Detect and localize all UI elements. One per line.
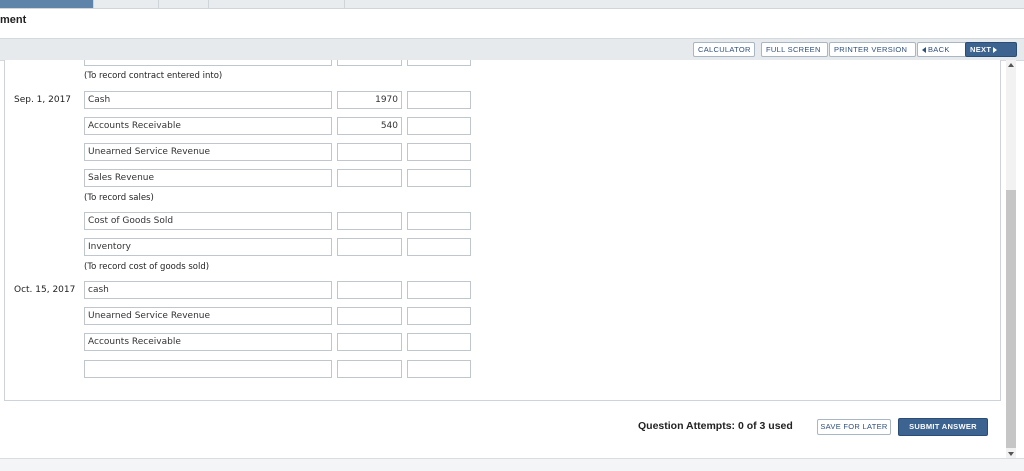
bottom-bar (0, 458, 1024, 471)
tab-2[interactable] (93, 0, 159, 8)
toolbar: CALCULATOR FULL SCREEN PRINTER VERSION B… (0, 38, 1024, 61)
save-for-later-button[interactable]: SAVE FOR LATER (817, 419, 891, 435)
date-oct-15: Oct. 15, 2017 (14, 285, 76, 295)
contract-note: (To record contract entered into) (84, 71, 223, 81)
chevron-left-icon (922, 46, 926, 53)
debit-field[interactable] (337, 169, 402, 187)
account-field[interactable]: Unearned Service Revenue (84, 143, 332, 161)
full-screen-label: FULL SCREEN (766, 45, 821, 54)
account-field[interactable]: Accounts Receivable (84, 117, 332, 135)
cogs-note: (To record cost of goods sold) (84, 262, 210, 272)
debit-field[interactable] (337, 238, 402, 256)
account-field[interactable]: Cash (84, 91, 332, 109)
scroll-thumb[interactable] (1006, 190, 1016, 448)
question-attempts: Question Attempts: 0 of 3 used (638, 420, 793, 432)
credit-field[interactable] (407, 117, 471, 135)
submit-answer-button[interactable]: SUBMIT ANSWER (898, 418, 988, 436)
scroll-up-icon[interactable] (1008, 63, 1014, 67)
credit-field[interactable] (407, 91, 471, 109)
account-field[interactable]: Sales Revenue (84, 169, 332, 187)
full-screen-button[interactable]: FULL SCREEN (761, 42, 828, 57)
account-field-partial[interactable] (84, 60, 332, 66)
debit-field[interactable] (337, 307, 402, 325)
debit-field[interactable] (337, 360, 402, 378)
page-title: ment (0, 14, 27, 26)
tab-active[interactable] (0, 0, 94, 8)
sales-note: (To record sales) (84, 193, 154, 203)
credit-field[interactable] (407, 360, 471, 378)
chevron-right-icon (993, 46, 998, 53)
debit-field[interactable] (337, 333, 402, 351)
tab-strip (0, 0, 1024, 9)
credit-field[interactable] (407, 143, 471, 161)
next-label: NEXT (970, 45, 992, 54)
debit-field[interactable] (337, 281, 402, 299)
debit-field-partial[interactable] (337, 60, 402, 66)
debit-field[interactable]: 540 (337, 117, 402, 135)
credit-field-partial[interactable] (407, 60, 471, 66)
printer-version-label: PRINTER VERSION (834, 45, 908, 54)
account-field[interactable]: cash (84, 281, 332, 299)
next-button[interactable]: NEXT (965, 42, 1017, 57)
account-field[interactable] (84, 360, 332, 378)
tab-3[interactable] (158, 0, 209, 8)
account-field[interactable]: Cost of Goods Sold (84, 212, 332, 230)
tab-4[interactable] (208, 0, 345, 8)
debit-field[interactable]: 1970 (337, 91, 402, 109)
credit-field[interactable] (407, 212, 471, 230)
page-root: ment CALCULATOR FULL SCREEN PRINTER VERS… (0, 0, 1024, 471)
date-sep-1: Sep. 1, 2017 (14, 95, 72, 105)
account-field[interactable]: Unearned Service Revenue (84, 307, 332, 325)
back-button[interactable]: BACK (917, 42, 967, 57)
account-field[interactable]: Accounts Receivable (84, 333, 332, 351)
scroll-down-icon[interactable] (1008, 452, 1014, 456)
calculator-label: CALCULATOR (698, 45, 751, 54)
calculator-button[interactable]: CALCULATOR (693, 42, 755, 57)
credit-field[interactable] (407, 307, 471, 325)
back-label: BACK (928, 45, 950, 54)
debit-field[interactable] (337, 212, 402, 230)
credit-field[interactable] (407, 281, 471, 299)
credit-field[interactable] (407, 238, 471, 256)
credit-field[interactable] (407, 169, 471, 187)
debit-field[interactable] (337, 143, 402, 161)
account-field[interactable]: Inventory (84, 238, 332, 256)
printer-version-button[interactable]: PRINTER VERSION (829, 42, 916, 57)
vertical-scrollbar[interactable] (1006, 60, 1016, 460)
credit-field[interactable] (407, 333, 471, 351)
